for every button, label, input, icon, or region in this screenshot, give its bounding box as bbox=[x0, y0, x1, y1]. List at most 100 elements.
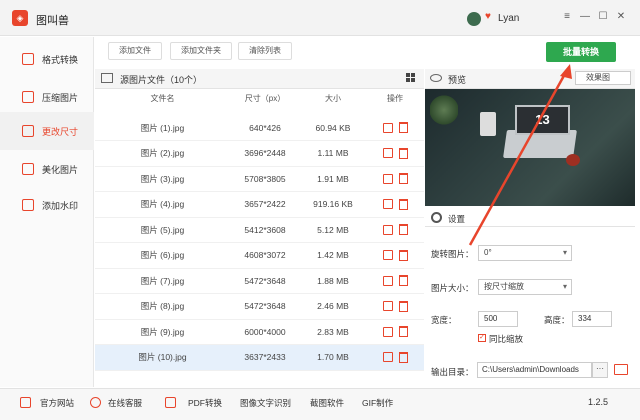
sidebar-item-beautify[interactable]: 美化图片 bbox=[0, 150, 94, 188]
table-row[interactable]: 图片 (2).jpg 3696*2448 1.11 MB bbox=[95, 140, 424, 167]
file-list-title: 源图片文件（10个） bbox=[120, 75, 203, 85]
open-file-icon[interactable] bbox=[382, 326, 393, 337]
rotate-select[interactable]: 0° bbox=[478, 245, 572, 261]
open-file-icon[interactable] bbox=[382, 275, 393, 286]
size-mode-select[interactable]: 按尺寸缩放 bbox=[478, 279, 572, 295]
table-row[interactable]: 图片 (7).jpg 5472*3648 1.88 MB bbox=[95, 268, 424, 294]
table-row[interactable]: 图片 (4).jpg 3657*2422 919.16 KB bbox=[95, 191, 424, 218]
open-file-icon[interactable] bbox=[382, 352, 393, 363]
height-input[interactable]: 334 bbox=[572, 311, 612, 327]
sidebar-item-resize[interactable]: 更改尺寸 bbox=[0, 112, 94, 150]
delete-icon[interactable] bbox=[398, 173, 408, 185]
table-row[interactable]: 图片 (9).jpg 6000*4000 2.83 MB bbox=[95, 319, 424, 345]
eye-icon bbox=[430, 74, 442, 82]
user-name[interactable]: Lyan bbox=[498, 13, 519, 24]
delete-icon[interactable] bbox=[398, 351, 408, 363]
table-row[interactable]: 图片 (3).jpg 5708*3805 1.91 MB bbox=[95, 166, 424, 192]
footer-link-website[interactable]: 官方网站 bbox=[40, 397, 74, 409]
avatar[interactable] bbox=[467, 12, 481, 26]
support-icon bbox=[90, 397, 101, 408]
file-size: 2.83 MB bbox=[300, 319, 366, 345]
sidebar-item-watermark[interactable]: 添加水印 bbox=[0, 186, 94, 224]
open-file-icon[interactable] bbox=[382, 173, 393, 184]
output-dir-label: 输出目录： bbox=[431, 367, 474, 377]
size-mode-label: 图片大小： bbox=[431, 283, 474, 293]
delete-icon[interactable] bbox=[398, 326, 408, 338]
footer-link-gif[interactable]: GIF制作 bbox=[362, 397, 393, 409]
file-name: 图片 (7).jpg bbox=[95, 268, 230, 294]
sidebar-item-format-convert[interactable]: 格式转换 bbox=[0, 40, 94, 78]
delete-icon[interactable] bbox=[398, 147, 408, 159]
table-row-selected[interactable]: 图片 (10).jpg 3637*2433 1.70 MB bbox=[95, 344, 424, 371]
grid-view-icon[interactable] bbox=[406, 73, 417, 84]
beautify-icon bbox=[22, 163, 34, 175]
close-icon[interactable]: ✕ bbox=[614, 10, 628, 24]
app-title: 图叫兽 bbox=[36, 15, 69, 27]
browse-button[interactable]: ··· bbox=[592, 362, 608, 378]
table-row[interactable]: 图片 (6).jpg 4608*3072 1.42 MB bbox=[95, 242, 424, 269]
width-input[interactable]: 500 bbox=[478, 311, 518, 327]
menu-icon[interactable]: ≡ bbox=[560, 10, 574, 24]
file-dims: 3657*2422 bbox=[230, 191, 300, 218]
file-size: 1.42 MB bbox=[300, 242, 366, 269]
footer-link-ocr[interactable]: 图像文字识别 bbox=[240, 397, 291, 409]
sidebar-item-label: 压缩图片 bbox=[42, 92, 79, 103]
column-header-actions: 操作 bbox=[387, 94, 403, 103]
table-row[interactable]: 图片 (5).jpg 5412*3608 5.12 MB bbox=[95, 217, 424, 243]
preview-cup bbox=[566, 154, 580, 166]
keep-ratio-label: 同比缩放 bbox=[489, 334, 524, 344]
title-bar bbox=[0, 0, 640, 36]
file-name: 图片 (8).jpg bbox=[95, 293, 230, 320]
file-size: 1.91 MB bbox=[300, 166, 366, 192]
open-file-icon[interactable] bbox=[382, 301, 393, 312]
preview-label: 预览 bbox=[448, 75, 467, 85]
rotate-label: 旋转图片： bbox=[431, 249, 474, 259]
file-dims: 640*426 bbox=[230, 115, 300, 141]
sidebar-item-label: 更改尺寸 bbox=[42, 126, 79, 137]
file-dims: 3637*2433 bbox=[230, 344, 300, 371]
delete-icon[interactable] bbox=[398, 249, 408, 261]
file-size: 1.11 MB bbox=[300, 140, 366, 167]
open-file-icon[interactable] bbox=[382, 199, 393, 210]
file-name: 图片 (9).jpg bbox=[95, 319, 230, 345]
file-dims: 5708*3805 bbox=[230, 166, 300, 192]
table-row[interactable]: 图片 (8).jpg 5472*3648 2.46 MB bbox=[95, 293, 424, 320]
file-dims: 5472*3648 bbox=[230, 293, 300, 320]
add-folder-button[interactable]: 添加文件夹 bbox=[170, 42, 232, 60]
keep-ratio-checkbox[interactable]: ✓ bbox=[478, 334, 486, 342]
add-file-button[interactable]: 添加文件 bbox=[108, 42, 162, 60]
website-icon bbox=[20, 397, 31, 408]
open-file-icon[interactable] bbox=[382, 224, 393, 235]
file-dims: 5472*3648 bbox=[230, 268, 300, 294]
footer-link-screenshot[interactable]: 截图软件 bbox=[310, 397, 344, 409]
delete-icon[interactable] bbox=[398, 198, 408, 210]
batch-convert-button[interactable]: 批量转换 bbox=[546, 42, 616, 62]
open-file-icon[interactable] bbox=[382, 250, 393, 261]
open-file-icon[interactable] bbox=[382, 122, 393, 133]
delete-icon[interactable] bbox=[398, 300, 408, 312]
format-convert-icon bbox=[22, 53, 34, 65]
clear-list-button[interactable]: 清除列表 bbox=[238, 42, 292, 60]
output-path-field[interactable]: C:\Users\admin\Downloads bbox=[477, 362, 592, 378]
delete-icon[interactable] bbox=[398, 224, 408, 236]
vip-heart-icon: ♥ bbox=[485, 11, 491, 22]
version-label: 1.2.5 bbox=[588, 397, 609, 407]
maximize-icon[interactable]: ☐ bbox=[596, 10, 610, 24]
footer-link-support[interactable]: 在线客服 bbox=[108, 397, 142, 409]
file-dims: 3696*2448 bbox=[230, 140, 300, 167]
sidebar-item-label: 添加水印 bbox=[42, 200, 79, 211]
folder-icon[interactable] bbox=[614, 364, 628, 375]
delete-icon[interactable] bbox=[398, 122, 408, 134]
footer-link-pdf[interactable]: PDF转换 bbox=[188, 397, 222, 409]
effect-select[interactable]: 效果图 bbox=[575, 71, 631, 85]
column-header-dimensions: 尺寸（px） bbox=[244, 94, 286, 103]
open-file-icon[interactable] bbox=[382, 148, 393, 159]
width-label: 宽度： bbox=[431, 315, 457, 325]
file-dims: 6000*4000 bbox=[230, 319, 300, 345]
table-row[interactable]: 图片 (1).jpg 640*426 60.94 KB bbox=[95, 115, 424, 141]
sidebar-item-compress[interactable]: 压缩图片 bbox=[0, 78, 94, 116]
pdf-icon bbox=[165, 397, 176, 408]
delete-icon[interactable] bbox=[398, 275, 408, 287]
minimize-icon[interactable]: — bbox=[578, 10, 592, 24]
app-logo-icon: ◈ bbox=[12, 10, 28, 26]
